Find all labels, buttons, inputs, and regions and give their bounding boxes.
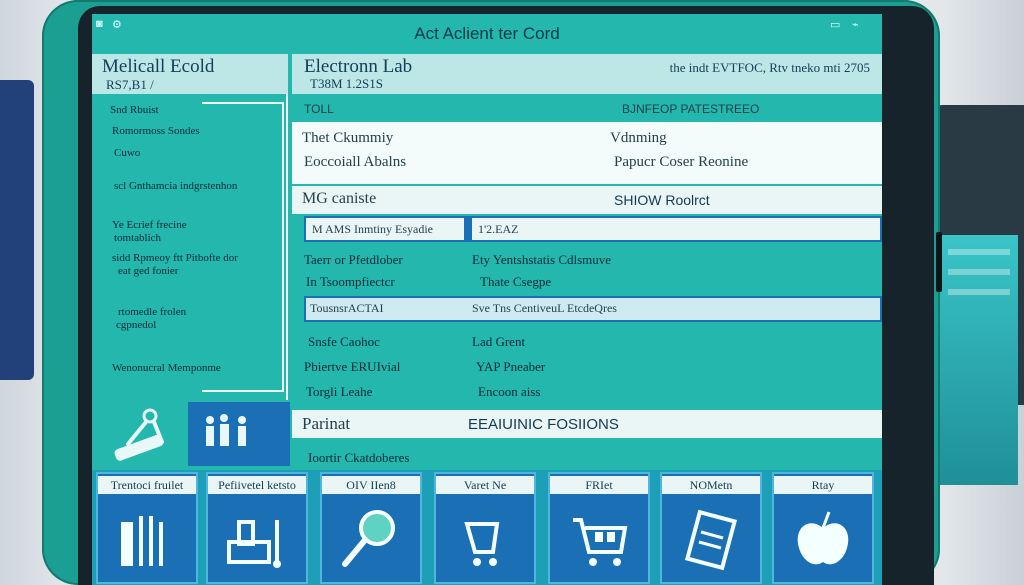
patient-label: Parinat bbox=[302, 414, 351, 433]
document-icon bbox=[684, 509, 738, 571]
patient-bar: Parinat EEAIUINIC FOSIIONS bbox=[292, 410, 882, 438]
toolbar-button-label: Trentoci fruilet bbox=[98, 476, 196, 494]
background-object bbox=[0, 80, 34, 380]
status-bar: ◙ ⚙ ▭ ⌁ Act Aclient ter Cord bbox=[92, 14, 882, 54]
toolbar-button-label: FRIet bbox=[550, 476, 648, 494]
people-icon bbox=[206, 414, 246, 446]
section-bar-right: Sve Tns CentiveuL EtcdeQres bbox=[472, 301, 617, 315]
magnifier-icon bbox=[342, 510, 395, 567]
left-panel-header: Melicall Ecold RS7,B1 / bbox=[92, 54, 288, 94]
sidebar-item[interactable]: rtomedle frolen bbox=[118, 306, 186, 318]
sidebar-item[interactable]: Cuwo bbox=[114, 147, 140, 159]
column-header-row: TOLL BJNFEOP PATESTREEO bbox=[292, 100, 882, 120]
background-monitor bbox=[936, 105, 1024, 485]
detail2-right-3: Encoon aiss bbox=[478, 384, 541, 399]
toolbar-button-tests[interactable]: Trentoci fruilet bbox=[96, 472, 198, 584]
background-monitor-screen bbox=[940, 235, 1018, 485]
record-info: the indt EVTFOC, Rtv tneko mti 2705 bbox=[669, 60, 870, 75]
detail2-right-2: YAP Pneaber bbox=[476, 359, 546, 374]
detail-left-2: In Tsoompfiectcr bbox=[306, 274, 395, 289]
main-header: Electronn Lab T38M 1.2S1S the indt EVTFO… bbox=[292, 54, 882, 94]
sidebar-item[interactable]: tomtablich bbox=[114, 232, 161, 244]
section-header-mg: MG caniste SHIOW Roolrct bbox=[292, 186, 882, 214]
detail2-left-2: Pbiertve ERUIvial bbox=[304, 359, 401, 374]
detail-right-2: Thate Csegpe bbox=[480, 274, 552, 289]
toolbar-button-search[interactable]: OIV IIen8 bbox=[320, 472, 422, 584]
section-bar-inner: TousnsrACTAI Sve Tns CentiveuL EtcdeQres bbox=[306, 298, 880, 320]
selected-row-value: 1'2.EAZ bbox=[478, 222, 519, 236]
toolbar-button-label: OIV IIen8 bbox=[322, 476, 420, 494]
sidebar-item[interactable]: Ye Ecrief frecine bbox=[112, 219, 187, 231]
detail2-left-3: Torgli Leahe bbox=[306, 384, 373, 399]
scanner-icon bbox=[227, 520, 281, 568]
bottom-toolbar: Trentoci fruilet Pefiivetel ketsto OIV I… bbox=[92, 470, 882, 585]
sidebar-frame bbox=[202, 102, 284, 392]
tablet-side-button[interactable] bbox=[936, 232, 942, 292]
toolbar-button-label: Rtay bbox=[774, 476, 872, 494]
tablet-screen: ◙ ⚙ ▭ ⌁ Act Aclient ter Cord Melicall Ec… bbox=[92, 14, 882, 585]
summary-left-2: Eoccoiall Abalns bbox=[304, 154, 407, 170]
summary-panel: Thet Ckummiy Eoccoiall Abalns Vdnming Pa… bbox=[292, 122, 882, 184]
sidebar-item[interactable]: sidd Rpmeoy ftt Pitbofte dor bbox=[112, 252, 238, 264]
sidebar-item[interactable]: cgpnedol bbox=[116, 319, 156, 331]
left-panel-subtitle: RS7,B1 / bbox=[106, 77, 154, 92]
mg-title: MG caniste bbox=[302, 190, 377, 207]
apple-icon bbox=[797, 511, 849, 565]
microscope-icon bbox=[114, 408, 164, 461]
toolbar-button-label: Pefiivetel ketsto bbox=[208, 476, 306, 494]
toolbar-button-shop[interactable]: FRIet bbox=[548, 472, 650, 584]
detail2-left-1: Snsfe Caohoc bbox=[308, 334, 380, 349]
detail-right-1: Ety Yentshstatis Cdlsmuve bbox=[472, 252, 612, 267]
main-subtitle: T38M 1.2S1S bbox=[310, 76, 383, 91]
monitor-bar bbox=[948, 289, 1010, 295]
selected-row-left: M AMS Inmtiny Esyadie bbox=[304, 216, 466, 242]
sidebar-item[interactable]: scl Gnthamcia indgrstenhon bbox=[114, 180, 237, 192]
toolbar-button-document[interactable]: NOMetn bbox=[660, 472, 762, 584]
column-header-left: TOLL bbox=[304, 102, 334, 116]
window-title: Act Aclient ter Cord bbox=[414, 24, 560, 43]
monitor-bar bbox=[948, 269, 1010, 275]
toolbar-button-label: Varet Ne bbox=[436, 476, 534, 494]
sidebar-item[interactable]: Wenonucral Memponme bbox=[112, 362, 221, 374]
selected-row-label: M AMS Inmtiny Esyadie bbox=[312, 222, 434, 236]
selected-row-right: 1'2.EAZ bbox=[470, 216, 882, 242]
left-panel-title: Melicall Ecold bbox=[102, 56, 215, 77]
detail2-right-1: Lad Grent bbox=[472, 334, 526, 349]
sidebar-item[interactable]: Snd Rbuist bbox=[110, 104, 159, 116]
footer-caption: Ioortir Ckatdoberes bbox=[308, 450, 410, 465]
lab-equipment-tile[interactable] bbox=[98, 402, 188, 466]
column-header-right: BJNFEOP PATESTREEO bbox=[622, 102, 760, 116]
toolbar-button-nutrition[interactable]: Rtay bbox=[772, 472, 874, 584]
detail-left-1: Taerr or Pfetdlober bbox=[304, 252, 403, 267]
section-bar-left: TousnsrACTAI bbox=[310, 301, 384, 315]
summary-right-2: Papucr Coser Reonine bbox=[614, 154, 749, 170]
patients-tile[interactable] bbox=[188, 402, 290, 466]
patient-positions[interactable]: EEAIUINIC FOSIIONS bbox=[468, 416, 619, 433]
cart-icon bbox=[464, 522, 500, 566]
toolbar-button-label: NOMetn bbox=[662, 476, 760, 494]
sidebar-item[interactable]: eat ged fonier bbox=[118, 265, 178, 277]
summary-left-1: Thet Ckummiy bbox=[302, 130, 394, 146]
left-sidebar: Snd Rbuist Romormoss Sondes Cuwo scl Gnt… bbox=[92, 94, 288, 400]
main-title: Electronn Lab bbox=[304, 56, 413, 77]
selected-row[interactable]: M AMS Inmtiny Esyadie 1'2.EAZ bbox=[304, 216, 882, 242]
sidebar-item[interactable]: Romormoss Sondes bbox=[112, 125, 200, 137]
toolbar-button-cart[interactable]: Varet Ne bbox=[434, 472, 536, 584]
summary-right-1: Vdnming bbox=[610, 130, 667, 146]
test-tubes-icon bbox=[121, 516, 163, 566]
toolbar-button-scanner[interactable]: Pefiivetel ketsto bbox=[206, 472, 308, 584]
shopping-cart-icon bbox=[573, 518, 628, 566]
section-bar[interactable]: TousnsrACTAI Sve Tns CentiveuL EtcdeQres bbox=[304, 296, 882, 322]
show-report-link[interactable]: SHIOW Roolrct bbox=[614, 192, 710, 208]
monitor-bar bbox=[948, 249, 1010, 255]
